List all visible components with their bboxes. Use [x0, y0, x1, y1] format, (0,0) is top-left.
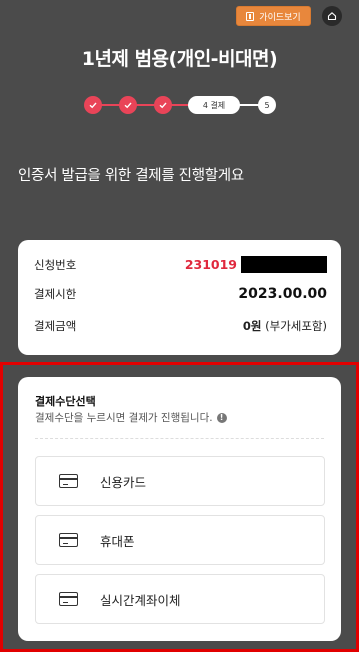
application-number-value: 231019: [185, 256, 327, 273]
redaction-box: [241, 256, 327, 273]
application-number-prefix: 231019: [184, 257, 237, 272]
step-4-current: 4 결제: [188, 96, 240, 114]
amount-number: 0원: [242, 319, 262, 333]
payment-option-label: 실시간계좌이체: [100, 592, 181, 608]
application-info-card: 신청번호 231019 결제시한 2023.00.00 결제금액 0원 (부가세…: [18, 240, 341, 355]
payment-option-mobile[interactable]: 휴대폰: [35, 515, 325, 565]
check-icon: [124, 102, 132, 109]
step-2-done: [119, 96, 137, 114]
payment-amount-label: 결제금액: [34, 319, 77, 333]
amount-note: (부가세포함): [261, 319, 327, 333]
stepper-line-done: [93, 104, 195, 106]
guide-button[interactable]: 가이드보기: [236, 6, 311, 26]
info-row-payment-deadline: 결제시한 2023.00.00: [34, 286, 327, 302]
info-icon[interactable]: !: [216, 412, 227, 423]
home-button[interactable]: [322, 6, 342, 26]
info-row-application-number: 신청번호 231019: [34, 256, 327, 273]
step-5: 5: [258, 96, 276, 114]
payment-deadline-label: 결제시한: [34, 287, 77, 301]
guide-button-label: 가이드보기: [259, 12, 301, 23]
credit-card-icon: [59, 533, 78, 547]
page-title: 1년제 범용(개인-비대면): [81, 48, 278, 70]
payment-option-credit-card[interactable]: 신용카드: [35, 456, 325, 506]
divider: [35, 438, 324, 439]
check-icon: [159, 102, 167, 109]
progress-stepper: 4 결제 5: [84, 96, 278, 114]
step-1-done: [84, 96, 102, 114]
check-icon: [89, 102, 97, 109]
payment-method-card: 결제수단선택 결제수단을 누르시면 결제가 진행됩니다. ! 신용카드 휴대폰 …: [18, 377, 341, 641]
page-subtitle: 인증서 발급을 위한 결제를 진행할게요: [18, 168, 244, 184]
payment-deadline-value: 2023.00.00: [238, 286, 327, 302]
credit-card-icon: [59, 474, 78, 488]
step-3-done: [154, 96, 172, 114]
payment-method-description: 결제수단을 누르시면 결제가 진행됩니다. !: [35, 410, 227, 425]
payment-method-description-text: 결제수단을 누르시면 결제가 진행됩니다.: [35, 412, 213, 424]
header-area: 가이드보기 1년제 범용(개인-비대면) 4 결제 5 인증서 발급을 위한 결…: [0, 0, 359, 362]
application-number-label: 신청번호: [34, 257, 77, 272]
credit-card-icon: [59, 592, 78, 606]
book-icon: [246, 11, 255, 21]
payment-option-label: 휴대폰: [100, 533, 135, 549]
info-row-payment-amount: 결제금액 0원 (부가세포함): [34, 318, 327, 334]
payment-amount-value: 0원 (부가세포함): [243, 318, 327, 334]
payment-option-label: 신용카드: [100, 474, 147, 490]
home-icon: [327, 12, 337, 21]
payment-method-title: 결제수단선택: [35, 395, 96, 408]
payment-option-bank-transfer[interactable]: 실시간계좌이체: [35, 574, 325, 624]
payment-method-section: 결제수단선택 결제수단을 누르시면 결제가 진행됩니다. ! 신용카드 휴대폰 …: [0, 362, 359, 652]
